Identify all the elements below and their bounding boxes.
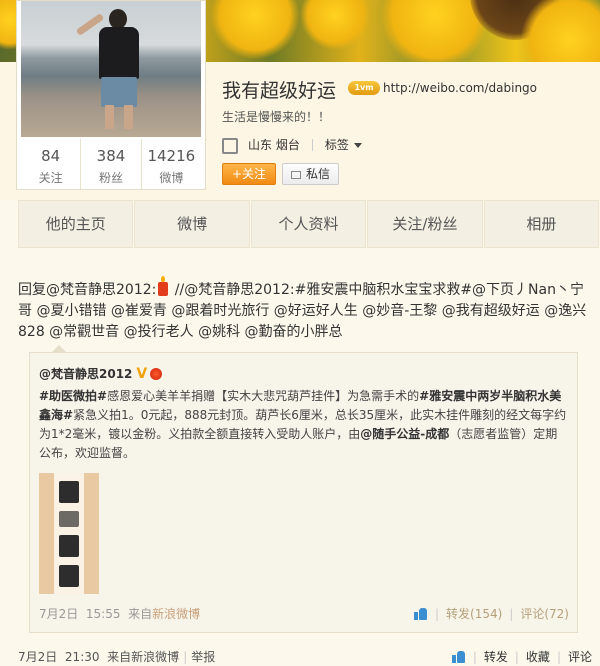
divider — [311, 138, 313, 151]
avatar-card: 84 关注 384 粉丝 14216 微博 — [16, 0, 206, 190]
repost-source-link[interactable]: 新浪微博 — [152, 607, 200, 621]
id-card-icon — [222, 137, 238, 154]
profile-url-link[interactable]: http://weibo.com/dabingo — [383, 81, 537, 95]
repost-time: 15:55 — [85, 607, 121, 621]
repost-comment-count[interactable]: 评论(72) — [520, 605, 569, 622]
profile-header: 84 关注 384 粉丝 14216 微博 我有超级好运 1vm http://… — [0, 0, 600, 200]
repost-meta: 7月2日 15:55 来自新浪微博 — [39, 605, 200, 622]
repost-image-thumbnail[interactable] — [39, 473, 99, 594]
tab-album[interactable]: 相册 — [483, 200, 600, 248]
post-date[interactable]: 7月2日 — [18, 650, 57, 664]
message-button[interactable]: 私信 — [282, 163, 339, 185]
tab-home[interactable]: 他的主页 — [18, 200, 134, 248]
repost-topic-1[interactable]: #助医微拍# — [39, 389, 107, 403]
profile-bio: 生活是慢慢来的！！ — [222, 110, 331, 124]
stat-posts-value: 14216 — [147, 147, 196, 165]
stat-following-value: 84 — [41, 147, 61, 165]
chevron-down-icon — [353, 143, 362, 148]
repost-button[interactable]: 转发 — [484, 648, 508, 665]
thumbs-up-icon[interactable] — [451, 650, 466, 663]
tab-follow-fans[interactable]: 关注/粉丝 — [367, 200, 483, 248]
repost-date[interactable]: 7月2日 — [39, 607, 78, 621]
post-meta: 7月2日 21:30 来自新浪微博 | 举报 — [18, 650, 216, 664]
repost-author: @梵音静思2012 V — [39, 365, 163, 382]
reposted-card: @梵音静思2012 V #助医微拍#感恩爱心美羊羊捐赠【实木大悲咒葫芦挂件】为急… — [29, 352, 578, 633]
post-source-prefix: 来自 — [107, 650, 132, 664]
comment-button[interactable]: 评论 — [568, 648, 592, 665]
repost-pointer — [52, 345, 66, 352]
envelope-icon — [291, 170, 301, 179]
avatar[interactable] — [21, 1, 201, 137]
profile-name: 我有超级好运 — [222, 80, 337, 102]
post-text-start: 回复@梵音静思2012: — [18, 282, 157, 298]
post-actions: | 转发 | 收藏 | 评论 — [451, 648, 592, 665]
repost-author-link[interactable]: @梵音静思2012 — [39, 365, 132, 382]
post-time: 21:30 — [64, 650, 100, 664]
stat-following-label: 关注 — [38, 171, 63, 185]
tab-profile-info[interactable]: 个人资料 — [250, 200, 367, 248]
tag-label: 标签 — [324, 138, 349, 152]
verified-v-icon[interactable]: V — [136, 366, 147, 382]
profile-meta-row: 山东 烟台 标签 — [222, 136, 362, 154]
message-button-label: 私信 — [306, 167, 331, 181]
stat-followers-value: 384 — [96, 147, 126, 165]
vip-badge[interactable]: 1vm — [348, 81, 380, 95]
favorite-button[interactable]: 收藏 — [526, 648, 550, 665]
repost-source-prefix: 来自 — [128, 607, 153, 621]
profile-location: 山东 烟台 — [248, 138, 300, 152]
repost-org-link[interactable]: @随手公益-成都 — [360, 427, 449, 441]
post-content: 回复@梵音静思2012: //@梵音静思2012:#雅安震中脑积水宝宝求救#@下… — [18, 276, 588, 343]
stat-followers-label: 粉丝 — [98, 171, 123, 185]
stat-followers[interactable]: 384 粉丝 — [81, 139, 142, 189]
crown-icon[interactable] — [150, 367, 163, 380]
post-source-link[interactable]: 新浪微博 — [131, 650, 179, 664]
repost-text: #助医微拍#感恩爱心美羊羊捐赠【实木大悲咒葫芦挂件】为急需手术的#雅安震中两岁半… — [39, 387, 569, 463]
tag-dropdown[interactable]: 标签 — [325, 136, 362, 153]
stat-following[interactable]: 84 关注 — [21, 139, 82, 189]
repost-text-part-1: 感恩爱心美羊羊捐赠【实木大悲咒葫芦挂件】为急需手术的 — [107, 389, 420, 403]
profile-stats: 84 关注 384 粉丝 14216 微博 — [21, 139, 201, 189]
thumbs-up-icon[interactable] — [413, 607, 428, 620]
candle-emoji-icon — [158, 276, 169, 296]
tab-weibo[interactable]: 微博 — [134, 200, 250, 248]
repost-actions: | 转发(154) | 评论(72) — [413, 605, 569, 622]
follow-button[interactable]: +关注 — [222, 163, 276, 185]
stat-posts[interactable]: 14216 微博 — [142, 139, 201, 189]
profile-nav-tabs: 他的主页 微博 个人资料 关注/粉丝 相册 — [18, 200, 600, 248]
repost-forward-count[interactable]: 转发(154) — [446, 605, 502, 622]
report-link[interactable]: 举报 — [191, 650, 215, 664]
stat-posts-label: 微博 — [159, 171, 184, 185]
